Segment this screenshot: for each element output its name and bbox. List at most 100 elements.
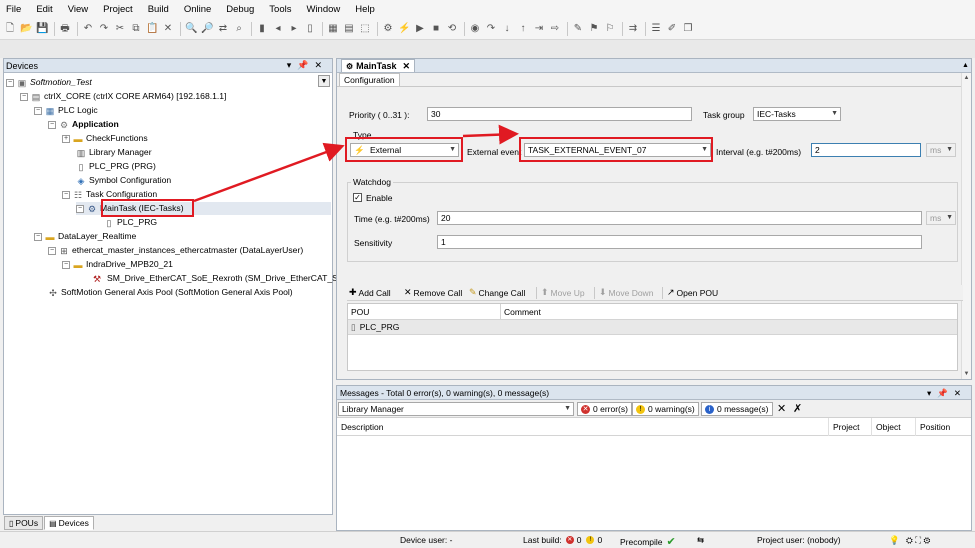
expand-icon[interactable]: + (62, 134, 70, 143)
collapse-icon[interactable]: − (34, 106, 42, 115)
cut-icon[interactable]: ✂ (114, 23, 126, 35)
tree-node-plc-prg-call[interactable]: ▯ PLC_PRG (104, 216, 158, 229)
warnings-filter-button[interactable]: ! 0 warning(s) (632, 402, 699, 416)
menu-project[interactable]: Project (103, 4, 133, 15)
new-file-icon[interactable]: 🗋 (4, 23, 16, 35)
column-header-position[interactable]: Position (915, 418, 950, 436)
open-file-icon[interactable]: 📂 (20, 23, 32, 35)
tree-node-indradrive[interactable]: − ▬ IndraDrive_MPB20_21 (62, 258, 173, 271)
table-row[interactable]: ▯ PLC_PRG (348, 320, 957, 335)
open-pou-button[interactable]: ↗ Open POU (667, 287, 718, 298)
add-call-button[interactable]: ✚ Add Call (349, 287, 391, 298)
tree-node-project[interactable]: − ▣ Softmotion_Test (6, 76, 92, 89)
sensitivity-input[interactable]: 1 (437, 235, 922, 249)
save-icon[interactable]: 💾 (36, 23, 48, 35)
collapse-icon[interactable]: − (62, 260, 70, 269)
watchdog-time-unit-select[interactable]: ms ▼ (926, 211, 956, 225)
collapse-icon[interactable]: − (6, 78, 14, 87)
messages-filter-button[interactable]: i 0 message(s) (701, 402, 773, 416)
clear-all-icon[interactable]: ✗ (793, 402, 802, 415)
menu-tools[interactable]: Tools (269, 4, 291, 15)
undo-icon[interactable]: ↶ (82, 23, 94, 35)
bookmark-next-icon[interactable]: ▸ (288, 23, 300, 35)
find-next-icon[interactable]: 🔎 (201, 23, 213, 35)
tree-node-sm-drive[interactable]: ⚒ SM_Drive_EtherCAT_SoE_Rexroth (SM_Driv… (90, 272, 353, 285)
tree-node-plc-prg[interactable]: ▯ PLC_PRG (PRG) (76, 160, 156, 173)
collapse-icon[interactable]: − (76, 204, 84, 213)
collapse-icon[interactable]: − (20, 92, 28, 101)
bookmark-prev-icon[interactable]: ◂ (272, 23, 284, 35)
errors-filter-button[interactable]: ✕ 0 error(s) (577, 402, 632, 416)
logout-icon[interactable]: ⚡ (398, 23, 410, 35)
edit-icon[interactable]: ✐ (666, 23, 678, 35)
tab-configuration[interactable]: Configuration (339, 73, 400, 86)
collapse-icon[interactable]: − (48, 246, 56, 255)
menu-edit[interactable]: Edit (36, 4, 52, 15)
watchdog-time-input[interactable]: 20 (437, 211, 922, 225)
breakpoint-icon[interactable]: ◉ (469, 23, 481, 35)
menu-debug[interactable]: Debug (226, 4, 254, 15)
priority-input[interactable]: 30 (427, 107, 692, 121)
lightbulb-icon[interactable]: 💡 (889, 535, 900, 546)
step-over-icon[interactable]: ↷ (485, 23, 497, 35)
column-header-pou[interactable]: POU (348, 304, 501, 320)
menu-online[interactable]: Online (184, 4, 211, 15)
tree-node-library-manager[interactable]: ▥ Library Manager (76, 146, 152, 159)
reset-icon[interactable]: ⟲ (446, 23, 458, 35)
unforce-icon[interactable]: ⚐ (604, 23, 616, 35)
redo-icon[interactable]: ↷ (98, 23, 110, 35)
status-tools-icons[interactable]: ⛭ ⛶ ⚙ (906, 535, 930, 546)
menu-window[interactable]: Window (306, 4, 340, 15)
replace-icon[interactable]: ⇄ (217, 23, 229, 35)
scroll-up-icon[interactable]: ▲ (961, 61, 970, 71)
paste-icon[interactable]: 📋 (146, 23, 158, 35)
run-to-cursor-icon[interactable]: ⇥ (533, 23, 545, 35)
tree-node-checkfunctions[interactable]: + ▬ CheckFunctions (62, 132, 148, 145)
move-up-button[interactable]: ⬆ Move Up (541, 287, 585, 298)
panel-header-icons[interactable]: ▾📌✕ (927, 386, 967, 400)
column-header-project[interactable]: Project (828, 418, 859, 436)
collapse-icon[interactable]: − (62, 190, 70, 199)
editor-scrollbar[interactable]: ▲ ▼ (961, 73, 971, 379)
menu-help[interactable]: Help (355, 4, 375, 15)
scroll-up-icon[interactable]: ▲ (962, 73, 971, 83)
interval-input[interactable]: 2 (811, 143, 921, 157)
stop-icon[interactable]: ■ (430, 23, 442, 35)
tree-node-ethercat-master[interactable]: − ⊞ ethercat_master_instances_ethercatma… (48, 244, 303, 257)
print-icon[interactable]: 🖶 (59, 23, 71, 35)
close-icon[interactable]: ✕ (403, 61, 411, 72)
collapse-icon[interactable]: − (34, 232, 42, 241)
message-source-select[interactable]: Library Manager ▼ (338, 402, 574, 416)
set-next-statement-icon[interactable]: ⇨ (549, 23, 561, 35)
chevron-down-icon[interactable]: ▼ (318, 75, 330, 87)
delete-icon[interactable]: ✕ (162, 23, 174, 35)
tree-node-application[interactable]: − ⚙ Application (48, 118, 119, 131)
column-header-comment[interactable]: Comment (501, 304, 957, 320)
watchdog-enable-checkbox[interactable]: ✓ (353, 193, 362, 202)
menu-file[interactable]: File (6, 4, 21, 15)
step-into-icon[interactable]: ↓ (501, 23, 513, 35)
interval-unit-select[interactable]: ms ▼ (926, 143, 956, 157)
tree-node-axis-pool[interactable]: ✣ SoftMotion General Axis Pool (SoftMoti… (48, 286, 292, 299)
menu-build[interactable]: Build (148, 4, 169, 15)
scroll-down-icon[interactable]: ▼ (962, 369, 971, 379)
tab-pous[interactable]: ▯ POUs (4, 516, 44, 530)
force-values-icon[interactable]: ⚑ (588, 23, 600, 35)
tree-node-device[interactable]: − ▤ ctrlX_CORE (ctrlX CORE ARM64) [192.1… (20, 90, 226, 103)
clear-messages-icon[interactable]: ✕ (777, 402, 786, 415)
find-icon[interactable]: 🔍 (185, 23, 197, 35)
remove-call-button[interactable]: ✕ Remove Call (404, 287, 462, 298)
flow-control-icon[interactable]: ⇉ (627, 23, 639, 35)
collapse-icon[interactable]: − (48, 120, 56, 129)
window-icon[interactable]: ❐ (682, 23, 694, 35)
properties-icon[interactable]: ▤ (343, 23, 355, 35)
watch-list-icon[interactable]: ☰ (650, 23, 662, 35)
panel-header-icons[interactable]: ▾📌✕ (287, 60, 328, 71)
copy-icon[interactable]: ⧉ (130, 23, 142, 35)
login-icon[interactable]: ⚙ (382, 23, 394, 35)
bookmark-clear-icon[interactable]: ▯ (304, 23, 316, 35)
tab-devices[interactable]: ▤ Devices (44, 516, 94, 530)
find-all-icon[interactable]: ⌕ (233, 23, 245, 35)
tree-node-symbol-configuration[interactable]: ◈ Symbol Configuration (76, 174, 172, 187)
change-call-button[interactable]: ✎ Change Call (469, 287, 525, 298)
